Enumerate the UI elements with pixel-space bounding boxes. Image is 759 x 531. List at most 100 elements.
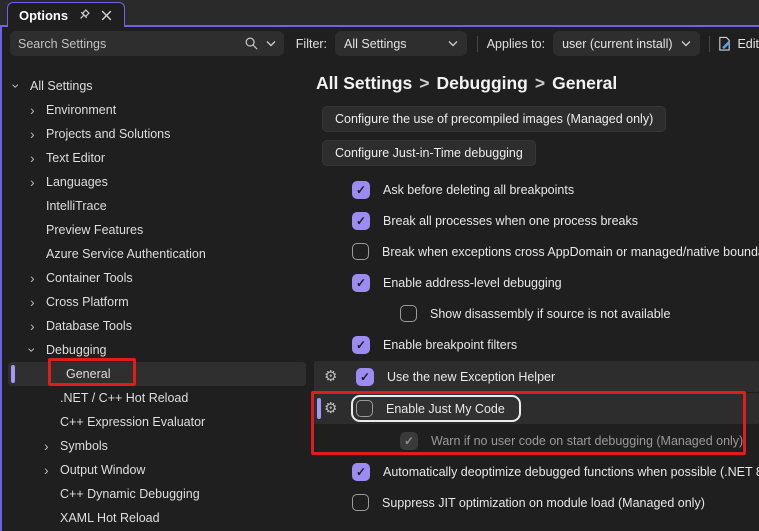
breadcrumb: All Settings > Debugging > General bbox=[316, 73, 759, 94]
setting-row-break-all-processes-when-one-process-bre: Break all processes when one process bre… bbox=[310, 205, 759, 236]
gear-icon[interactable]: ⚙ bbox=[324, 401, 337, 416]
sidebar-item-database-tools[interactable]: Database Tools bbox=[2, 314, 310, 338]
chevron-icon[interactable] bbox=[30, 127, 46, 141]
checkbox-checked[interactable] bbox=[352, 335, 370, 354]
checkbox-unchecked[interactable] bbox=[356, 400, 373, 417]
chevron-icon[interactable] bbox=[30, 271, 46, 285]
sidebar-item-languages[interactable]: Languages bbox=[2, 170, 310, 194]
chevron-icon[interactable] bbox=[44, 439, 60, 453]
chevron-down-icon bbox=[681, 41, 691, 47]
setting-focus-wrap: Suppress JIT optimization on module load… bbox=[352, 494, 705, 511]
chevron-icon[interactable] bbox=[30, 295, 46, 309]
close-icon[interactable] bbox=[100, 9, 113, 22]
setting-label: Break all processes when one process bre… bbox=[383, 213, 638, 228]
tab-options[interactable]: Options bbox=[7, 2, 126, 27]
setting-row-enable-just-my-code: ⚙ Enable Just My Code bbox=[314, 393, 759, 424]
sidebar-item-preview-features[interactable]: Preview Features bbox=[2, 218, 310, 242]
sidebar-item-label: XAML Hot Reload bbox=[60, 511, 160, 525]
sidebar-item-label: Languages bbox=[46, 175, 108, 189]
setting-label: Warn if no user code on start debugging … bbox=[431, 433, 744, 448]
checkbox-unchecked[interactable] bbox=[400, 305, 417, 322]
sidebar-item-label: All Settings bbox=[30, 79, 93, 93]
sidebar-item-c-dynamic-debugging[interactable]: C++ Dynamic Debugging bbox=[2, 482, 310, 506]
checkbox-checked[interactable] bbox=[352, 273, 370, 292]
sidebar-item-environment[interactable]: Environment bbox=[2, 98, 310, 122]
breadcrumb-separator: > bbox=[419, 73, 430, 93]
sidebar-item-debugging[interactable]: Debugging bbox=[2, 338, 310, 362]
setting-focus-wrap: Show disassembly if source is not availa… bbox=[400, 305, 670, 322]
sidebar-item-container-tools[interactable]: Container Tools bbox=[2, 266, 310, 290]
sidebar-item-azure-service-authentication[interactable]: Azure Service Authentication bbox=[2, 242, 310, 266]
setting-label: Enable address-level debugging bbox=[383, 275, 562, 290]
applies-to-dropdown[interactable]: user (current install) bbox=[553, 31, 700, 56]
setting-focus-wrap: Enable breakpoint filters bbox=[352, 335, 517, 354]
settings-panel: All Settings > Debugging > General Configure… bbox=[310, 60, 759, 531]
sidebar-item-output-window[interactable]: Output Window bbox=[2, 458, 310, 482]
checkbox-checked[interactable] bbox=[352, 180, 370, 199]
chevron-icon[interactable] bbox=[30, 343, 46, 357]
sidebar-item-net-c-hot-reload[interactable]: .NET / C++ Hot Reload bbox=[2, 386, 310, 410]
breadcrumb-all-settings[interactable]: All Settings bbox=[316, 73, 412, 93]
setting-label: Show disassembly if source is not availa… bbox=[430, 306, 671, 321]
selected-accent-bar bbox=[11, 365, 15, 383]
sidebar-item-label: Projects and Solutions bbox=[46, 127, 171, 141]
filter-dropdown[interactable]: All Settings bbox=[335, 31, 467, 56]
toolbar-separator bbox=[708, 35, 710, 52]
sidebar-item-text-editor[interactable]: Text Editor bbox=[2, 146, 310, 170]
sidebar-item-xaml-hot-reload[interactable]: XAML Hot Reload bbox=[2, 506, 310, 530]
pin-icon[interactable] bbox=[77, 8, 91, 22]
applies-to-label: Applies to: bbox=[486, 36, 546, 51]
sidebar-item-all-settings[interactable]: All Settings bbox=[2, 74, 310, 98]
edit-document-icon bbox=[717, 36, 732, 52]
chevron-icon[interactable] bbox=[30, 151, 46, 165]
setting-row-automatically-deoptimize-debugged-functi: Automatically deoptimize debugged functi… bbox=[310, 456, 759, 487]
checkbox-checked[interactable] bbox=[352, 211, 370, 230]
sidebar-item-projects-and-solutions[interactable]: Projects and Solutions bbox=[2, 122, 310, 146]
chevron-icon[interactable] bbox=[14, 79, 30, 93]
sidebar-item-general[interactable]: General bbox=[8, 362, 306, 386]
edit-settings-button[interactable]: Edit bbox=[717, 36, 759, 52]
sidebar-item-label: Environment bbox=[46, 103, 117, 117]
search-box[interactable] bbox=[10, 31, 284, 56]
filter-value: All Settings bbox=[344, 36, 407, 51]
gear-icon[interactable]: ⚙ bbox=[324, 369, 337, 384]
setting-label: Automatically deoptimize debugged functi… bbox=[383, 464, 759, 479]
chevron-icon[interactable] bbox=[30, 175, 46, 189]
chevron-icon[interactable] bbox=[30, 319, 46, 333]
chevron-icon[interactable] bbox=[44, 463, 60, 477]
sidebar-item-intellitrace[interactable]: IntelliTrace bbox=[2, 194, 310, 218]
chevron-icon[interactable] bbox=[30, 103, 46, 117]
checkbox-unchecked[interactable] bbox=[352, 494, 369, 511]
content-area: All Settings Environment Projects and So… bbox=[2, 60, 759, 531]
window-body: Filter: All Settings Applies to: user (c… bbox=[0, 27, 759, 531]
setting-focus-wrap: Break when exceptions cross AppDomain or… bbox=[352, 243, 759, 260]
sidebar-item-label: Text Editor bbox=[46, 151, 106, 165]
tab-strip: Options bbox=[0, 0, 759, 27]
breadcrumb-debugging[interactable]: Debugging bbox=[437, 73, 528, 93]
sidebar-item-symbols[interactable]: Symbols bbox=[2, 434, 310, 458]
search-dropdown-chevron-icon[interactable] bbox=[266, 40, 276, 47]
setting-row-warn-if-no-user-code-on-start-debugging-: Warn if no user code on start debugging … bbox=[310, 425, 759, 456]
checkbox-checked[interactable] bbox=[352, 462, 370, 481]
checkbox-unchecked[interactable] bbox=[352, 243, 369, 260]
configure-jit-debugging-button[interactable]: Configure Just-in-Time debugging bbox=[322, 140, 536, 166]
sidebar-item-label: Container Tools bbox=[46, 271, 133, 285]
configure-precompiled-images-button[interactable]: Configure the use of precompiled images … bbox=[322, 106, 667, 132]
setting-label: Break when exceptions cross AppDomain or… bbox=[382, 244, 759, 259]
sidebar-item-label: Debugging bbox=[46, 343, 107, 357]
setting-focus-wrap: Enable address-level debugging bbox=[352, 273, 562, 292]
setting-row-break-when-exceptions-cross-appdomain-or: Break when exceptions cross AppDomain or… bbox=[310, 236, 759, 267]
sidebar-item-c-expression-evaluator[interactable]: C++ Expression Evaluator bbox=[2, 410, 310, 434]
setting-focus-wrap: Use the new Exception Helper bbox=[356, 367, 555, 386]
search-input[interactable] bbox=[18, 36, 244, 51]
checkbox-checked[interactable] bbox=[356, 367, 374, 386]
tab-title: Options bbox=[19, 7, 69, 23]
sidebar-item-label: Output Window bbox=[60, 463, 146, 477]
toolbar-separator bbox=[476, 35, 478, 52]
setting-label: Suppress JIT optimization on module load… bbox=[382, 495, 705, 510]
setting-row-show-disassembly-if-source-is-not-availa: Show disassembly if source is not availa… bbox=[310, 298, 759, 329]
applies-to-value: user (current install) bbox=[562, 36, 673, 51]
sidebar-item-label: IntelliTrace bbox=[46, 199, 107, 213]
filter-label: Filter: bbox=[295, 36, 328, 51]
sidebar-item-cross-platform[interactable]: Cross Platform bbox=[2, 290, 310, 314]
